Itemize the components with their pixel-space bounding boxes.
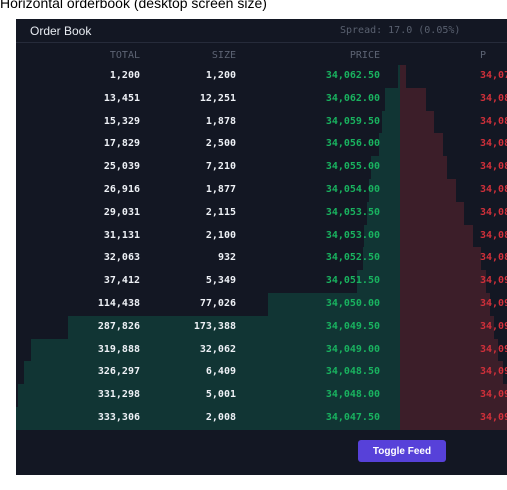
bid-price: 34,055.00	[325, 161, 380, 173]
bid-total: 32,063	[103, 252, 140, 264]
table-row: 25,039 7,210 34,055.00 34,08	[16, 156, 507, 178]
table-row: 333,306 2,008 34,047.50 34,09	[16, 407, 507, 429]
orderbook-panel: Order Book Spread: 17.0 (0.05%) TOTAL SI…	[16, 19, 507, 475]
bid-size: 173,388	[193, 320, 236, 332]
ask-price: 34,09	[480, 366, 507, 378]
ask-price: 34,08	[480, 138, 507, 150]
ask-price: 34,09	[480, 412, 507, 423]
bid-price: 34,052.50	[325, 252, 380, 264]
table-row: 1,200 1,200 34,062.50 34,07	[16, 65, 507, 87]
table-row: 17,829 2,500 34,056.00 34,08	[16, 133, 507, 155]
bid-total: 29,031	[103, 206, 140, 218]
bid-price: 34,048.00	[325, 389, 380, 401]
column-header-total: TOTAL	[109, 50, 140, 61]
bid-size: 2,100	[205, 229, 236, 241]
bid-total: 13,451	[103, 92, 140, 104]
bid-size: 77,026	[199, 298, 236, 309]
bid-total: 26,916	[103, 184, 140, 195]
column-header-price: PRICE	[349, 50, 380, 61]
ask-price: 34,08	[480, 252, 507, 264]
bid-size: 1,200	[205, 70, 236, 81]
ask-price: 34,08	[480, 115, 507, 127]
bid-total: 37,412	[103, 275, 140, 287]
bid-price: 34,054.00	[325, 184, 380, 195]
bid-total: 326,297	[97, 366, 140, 378]
bid-size: 5,001	[205, 389, 236, 401]
bid-total: 15,329	[103, 115, 140, 127]
ask-price: 34,08	[480, 229, 507, 241]
column-header-ask-price: P	[480, 50, 487, 61]
ask-price: 34,09	[480, 389, 507, 401]
bid-price: 34,053.00	[325, 229, 380, 241]
bid-price: 34,059.50	[325, 115, 380, 127]
bid-price: 34,049.50	[325, 320, 380, 332]
table-row: 13,451 12,251 34,062.00 34,08	[16, 88, 507, 110]
bid-price: 34,062.50	[325, 70, 380, 81]
ask-price: 34,08	[480, 184, 507, 195]
table-row: 31,131 2,100 34,053.00 34,08	[16, 225, 507, 247]
ask-price: 34,09	[480, 275, 507, 287]
bid-size: 12,251	[199, 92, 236, 104]
table-row: 32,063 932 34,052.50 34,08	[16, 247, 507, 269]
bid-price: 34,051.50	[325, 275, 380, 287]
bid-price: 34,053.50	[325, 206, 380, 218]
ask-price: 34,09	[480, 320, 507, 332]
bid-size: 6,409	[205, 366, 236, 378]
table-row: 319,888 32,062 34,049.00 34,09	[16, 339, 507, 361]
ask-price: 34,08	[480, 206, 507, 218]
orderbook-footer: Toggle Feed	[16, 430, 507, 475]
bid-size: 32,062	[199, 343, 236, 355]
ask-price: 34,09	[480, 343, 507, 355]
bid-total: 114,438	[97, 298, 140, 309]
bid-total: 319,888	[97, 343, 140, 355]
ask-price: 34,08	[480, 92, 507, 104]
table-row: 114,438 77,026 34,050.00 34,09	[16, 293, 507, 315]
page-caption: Horizontal orderbook (desktop screen siz…	[0, 0, 267, 11]
bid-total: 287,826	[97, 320, 140, 332]
bid-size: 5,349	[205, 275, 236, 287]
bid-size: 2,115	[205, 206, 236, 218]
bid-price: 34,049.00	[325, 343, 380, 355]
table-row: 15,329 1,878 34,059.50 34,08	[16, 111, 507, 133]
table-row: 287,826 173,388 34,049.50 34,09	[16, 316, 507, 338]
table-row: 331,298 5,001 34,048.00 34,09	[16, 384, 507, 406]
table-row: 26,916 1,877 34,054.00 34,08	[16, 179, 507, 201]
table-row: 326,297 6,409 34,048.50 34,09	[16, 361, 507, 383]
table-row: 37,412 5,349 34,051.50 34,09	[16, 270, 507, 292]
bid-total: 25,039	[103, 161, 140, 173]
bid-price: 34,056.00	[325, 138, 380, 150]
bid-size: 1,878	[205, 115, 236, 127]
bid-price: 34,050.00	[325, 298, 380, 309]
table-row: 29,031 2,115 34,053.50 34,08	[16, 202, 507, 224]
bid-total: 17,829	[103, 138, 140, 150]
bid-size: 2,500	[205, 138, 236, 150]
bid-total: 1,200	[109, 70, 140, 81]
bid-price: 34,047.50	[325, 412, 380, 423]
bid-total: 333,306	[97, 412, 140, 423]
bid-size: 7,210	[205, 161, 236, 173]
bid-price: 34,062.00	[325, 92, 380, 104]
ask-price: 34,08	[480, 161, 507, 173]
toggle-feed-button[interactable]: Toggle Feed	[358, 440, 446, 462]
bid-size: 1,877	[205, 184, 236, 195]
bid-price: 34,048.50	[325, 366, 380, 378]
ask-price: 34,09	[480, 298, 507, 309]
column-header-size: SIZE	[211, 50, 236, 61]
bid-total: 331,298	[97, 389, 140, 401]
bid-size: 932	[217, 252, 236, 264]
ask-price: 34,07	[480, 70, 507, 81]
bid-total: 31,131	[103, 229, 140, 241]
bid-size: 2,008	[205, 412, 236, 423]
